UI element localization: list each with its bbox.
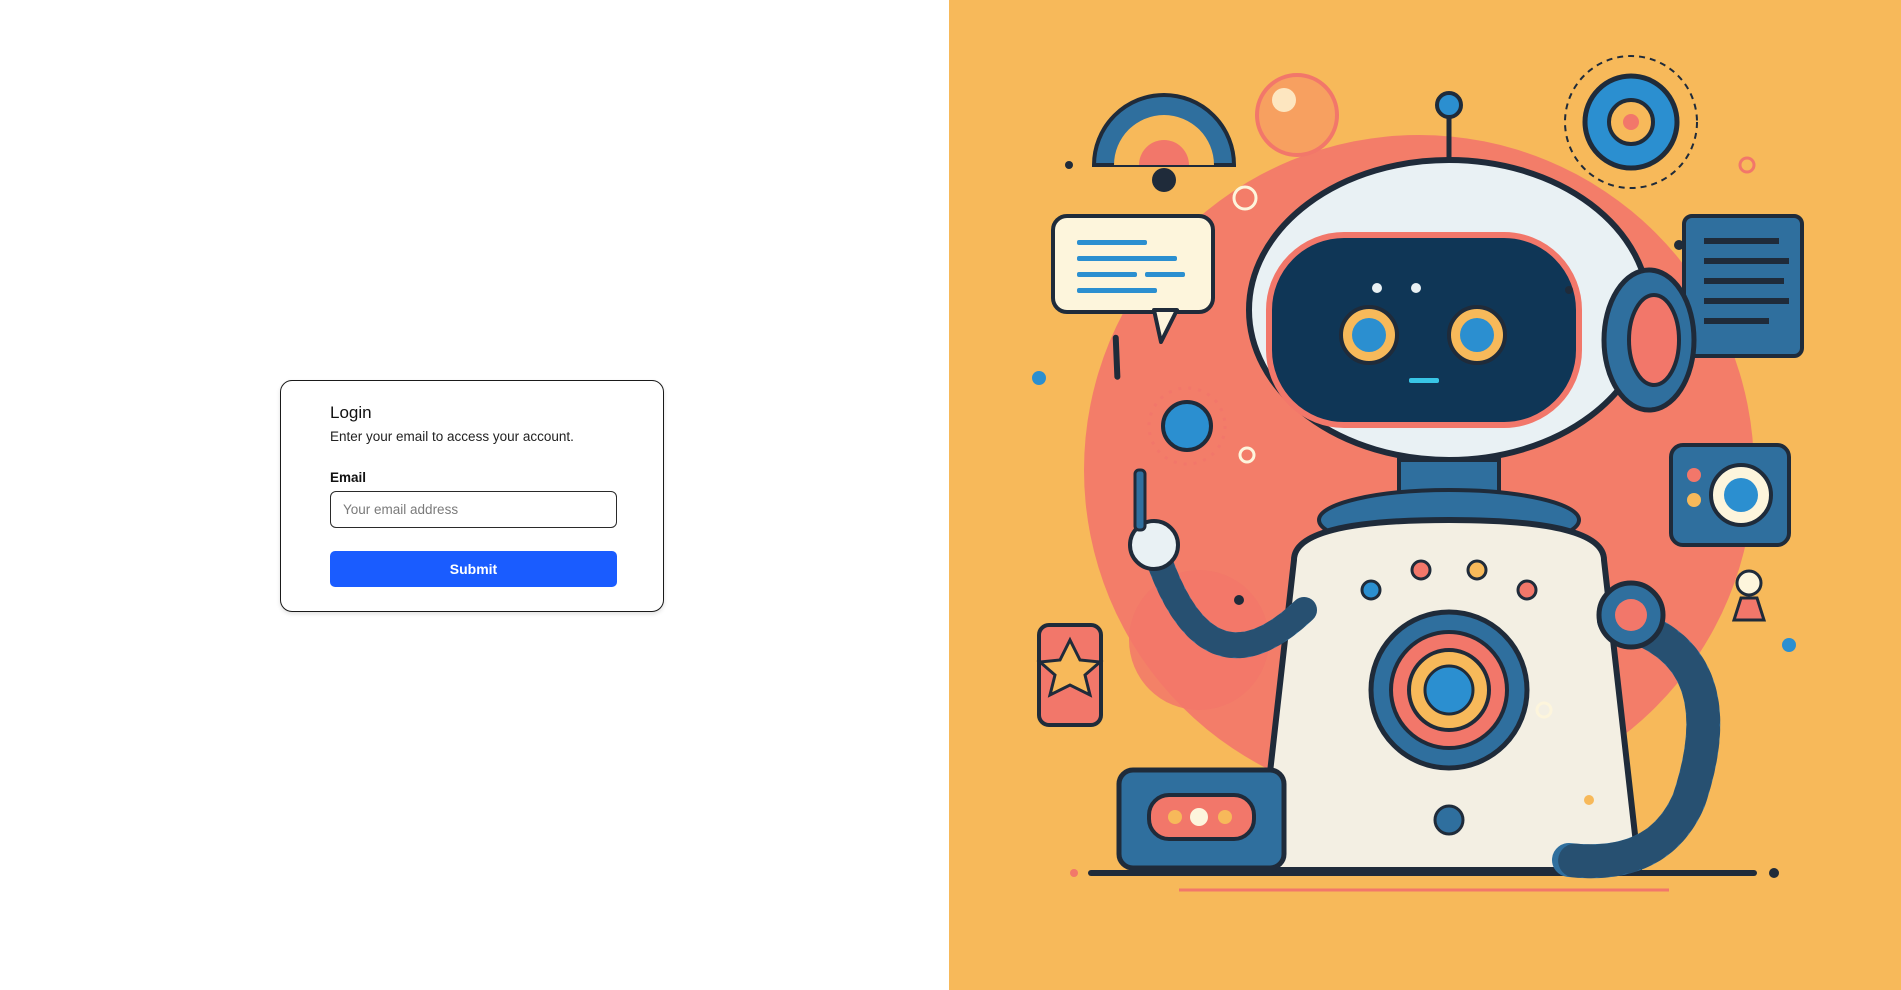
document-icon: [1682, 214, 1804, 358]
hero-image: [949, 0, 1901, 990]
login-title: Login: [330, 403, 372, 422]
badge-icon: [1036, 623, 1104, 727]
gear-icon: [1564, 55, 1698, 189]
login-page: Login Enter your email to access your ac…: [0, 0, 1901, 990]
submit-button[interactable]: Submit: [330, 551, 617, 587]
email-field[interactable]: [330, 491, 617, 528]
login-subtitle: Enter your email to access your account.: [330, 429, 574, 444]
login-pane: Login Enter your email to access your ac…: [0, 0, 949, 990]
robot-illustration-icon: [1032, 55, 1804, 892]
login-card: Login Enter your email to access your ac…: [280, 380, 664, 612]
robot-body-icon: [1255, 516, 1643, 873]
camera-icon: [1669, 443, 1791, 547]
console-icon: [1116, 767, 1287, 871]
gauge-icon: [1091, 93, 1237, 192]
pawn-icon: [1731, 569, 1767, 622]
email-label: Email: [330, 470, 367, 485]
